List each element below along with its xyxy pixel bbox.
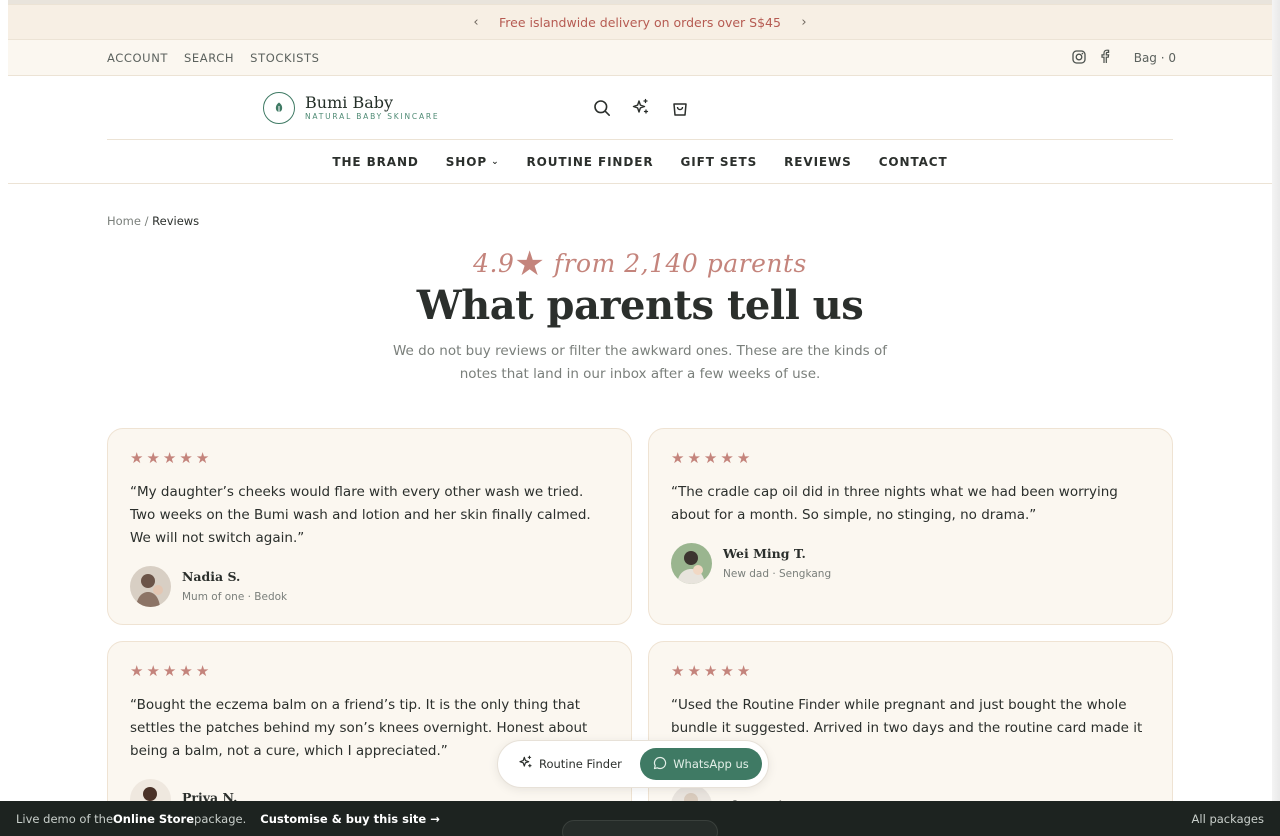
review-quote: “The cradle cap oil did in three nights … [671, 484, 1118, 523]
reviewer-name: Nadia S. [182, 569, 241, 584]
announcement-prev-button[interactable]: ‹ [471, 15, 481, 30]
announcement-next-button[interactable]: › [799, 15, 809, 30]
star-icon: ★ [736, 662, 751, 680]
search-link[interactable]: SEARCH [184, 51, 234, 65]
star-icon: ★ [146, 449, 160, 467]
reviewer-meta: New dad · Sengkang [723, 568, 832, 580]
breadcrumb: Home / Reviews [107, 214, 199, 228]
breadcrumb-separator: / [140, 214, 153, 228]
nav-label: THE BRAND [332, 155, 419, 169]
nav-label: GIFT SETS [680, 155, 758, 169]
rating-count: from 2,140 parents [553, 249, 807, 278]
main-nav: THE BRAND SHOP ⌄ ROUTINE FINDER GIFT SETS… [8, 140, 1272, 184]
bag-link[interactable]: Bag · 0 [1134, 51, 1176, 65]
floating-actions: Routine Finder WhatsApp us [497, 740, 769, 788]
account-link[interactable]: ACCOUNT [107, 51, 168, 65]
chat-bubble-icon [653, 756, 667, 773]
rating-summary: 4.9★ from 2,140 parents [8, 244, 1272, 284]
nav-label: REVIEWS [784, 155, 852, 169]
page-title: What parents tell us [416, 282, 864, 329]
star-icon: ★ [179, 662, 193, 680]
star-icon: ★ [720, 662, 734, 680]
star-icon: ★ [195, 662, 210, 680]
star-icon: ★ [179, 449, 193, 467]
review-author: Nadia S. Mum of one · Bedok [130, 566, 609, 607]
star-icon: ★ [687, 449, 701, 467]
star-rating: ★ ★ ★ ★ ★ [671, 662, 1150, 680]
whatsapp-label: WhatsApp us [673, 757, 749, 771]
brand-tagline: NATURAL BABY SKINCARE [305, 112, 440, 121]
utility-right: Bag · 0 [1072, 40, 1176, 76]
routine-finder-label: Routine Finder [539, 757, 622, 771]
nav-routine-finder[interactable]: ROUTINE FINDER [527, 155, 654, 169]
sparkles-icon [518, 755, 533, 773]
star-icon: ★ [703, 449, 718, 467]
brand-name: Bumi Baby [305, 93, 394, 112]
header-actions [592, 98, 689, 117]
page-lede: We do not buy reviews or filter the awkw… [393, 343, 887, 382]
reviewer-meta: Mum of one · Bedok [182, 591, 288, 603]
browser-dock [562, 820, 718, 836]
all-packages-link[interactable]: All packages [1192, 812, 1264, 826]
instagram-icon[interactable] [1072, 49, 1086, 68]
routine-finder-button[interactable]: Routine Finder [518, 755, 622, 773]
brand-logo[interactable]: Bumi Baby NATURAL BABY SKINCARE [263, 92, 439, 124]
page: ‹ Free islandwide delivery on orders ove… [8, 0, 1272, 836]
star-icon: ★ [195, 449, 210, 467]
star-rating: ★ ★ ★ ★ ★ [130, 662, 609, 680]
star-icon: ★ [720, 449, 734, 467]
rating-value: 4.9 [473, 249, 515, 278]
sparkles-icon[interactable] [631, 98, 650, 117]
star-icon: ★ [162, 449, 177, 467]
breadcrumb-home[interactable]: Home [107, 214, 141, 228]
announcement-bar: ‹ Free islandwide delivery on orders ove… [8, 4, 1272, 40]
announcement-message: Free islandwide delivery on orders over … [499, 14, 781, 30]
avatar [130, 566, 171, 607]
bag-icon[interactable] [670, 98, 689, 117]
nav-reviews[interactable]: REVIEWS [784, 155, 852, 169]
star-icon: ★ [736, 449, 751, 467]
site-header: Bumi Baby NATURAL BABY SKINCARE THE BRAN… [8, 76, 1272, 184]
review-quote: “My daughter’s cheeks would flare with e… [130, 484, 591, 546]
star-rating: ★ ★ ★ ★ ★ [671, 449, 1150, 467]
review-card: ★ ★ ★ ★ ★ “The cradle cap oil did in three n… [648, 428, 1173, 625]
star-icon: ★ [146, 662, 160, 680]
customise-link[interactable]: Customise & buy this site → [260, 812, 440, 826]
demo-package: Online Store [113, 811, 195, 826]
star-icon: ★ [514, 244, 546, 284]
brand-text: Bumi Baby NATURAL BABY SKINCARE [305, 94, 439, 122]
demo-suffix: package. [194, 811, 247, 826]
star-rating: ★ ★ ★ ★ ★ [130, 449, 609, 467]
star-icon: ★ [671, 662, 685, 680]
avatar [671, 543, 712, 584]
search-icon[interactable] [592, 98, 611, 117]
reviewer-name: Wei Ming T. [723, 546, 806, 561]
star-icon: ★ [162, 662, 177, 680]
breadcrumb-current: Reviews [152, 214, 200, 228]
review-card: ★ ★ ★ ★ ★ “My daughter’s cheeks would flare … [107, 428, 632, 625]
nav-gift-sets[interactable]: GIFT SETS [680, 155, 757, 169]
right-edge-shadow [1272, 0, 1280, 836]
nav-shop[interactable]: SHOP ⌄ [446, 155, 500, 169]
nav-label: CONTACT [878, 155, 948, 169]
nav-label: ROUTINE FINDER [526, 155, 654, 169]
nav-contact[interactable]: CONTACT [879, 155, 948, 169]
star-icon: ★ [687, 662, 701, 680]
nav-label: SHOP [445, 155, 488, 169]
nav-the-brand[interactable]: THE BRAND [332, 155, 418, 169]
star-icon: ★ [130, 662, 144, 680]
star-icon: ★ [671, 449, 685, 467]
utility-links: ACCOUNT SEARCH STOCKISTS [107, 40, 320, 76]
demo-prefix: Live demo of the [16, 811, 114, 826]
facebook-icon[interactable] [1100, 49, 1110, 68]
whatsapp-button[interactable]: WhatsApp us [640, 748, 762, 780]
chevron-down-icon: ⌄ [491, 157, 500, 167]
star-icon: ★ [130, 449, 144, 467]
utility-bar: ACCOUNT SEARCH STOCKISTS Bag · 0 [8, 40, 1272, 76]
review-author: Wei Ming T. New dad · Sengkang [671, 543, 1150, 584]
leaf-icon [263, 92, 295, 124]
star-icon: ★ [703, 662, 718, 680]
stockists-link[interactable]: STOCKISTS [250, 51, 319, 65]
